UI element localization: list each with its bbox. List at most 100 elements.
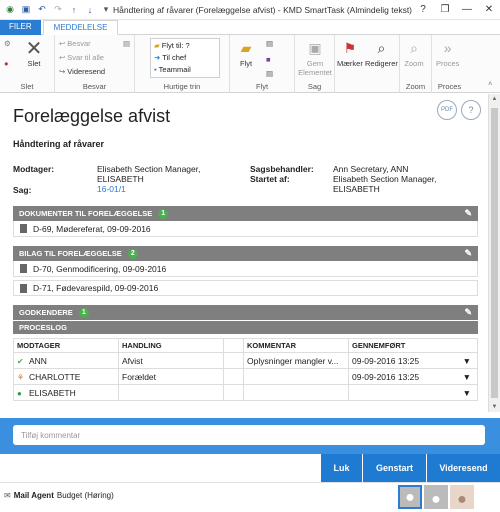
move-folder-icon: ▰	[240, 39, 252, 56]
close-window-button[interactable]: ✕	[478, 0, 500, 20]
comment-bar: Tilføj kommentar	[0, 418, 500, 454]
vertical-scrollbar[interactable]: ▲ ▼	[488, 94, 500, 412]
ignore-icon[interactable]: ⚙	[4, 39, 11, 48]
document-icon	[20, 224, 27, 233]
flag-icon: ⚑	[343, 39, 357, 56]
actions-icon[interactable]: ▤	[266, 69, 273, 78]
scroll-up-icon[interactable]: ▲	[489, 94, 500, 104]
quicksteps-list[interactable]: ▰ Flyt til: ? ➜ Til chef ▪ Teammail	[150, 38, 220, 78]
column-header: GENNEMFØRT	[348, 338, 478, 353]
table-row[interactable]: ● ELISABETH ▼	[13, 384, 478, 401]
scroll-thumb[interactable]	[491, 108, 498, 398]
more-icon[interactable]: ▾	[99, 3, 113, 17]
undo-icon[interactable]: ↶	[35, 3, 49, 17]
list-item[interactable]: D-69, Mødereferat, 09-09-2016	[13, 221, 478, 237]
column-header: MODTAGER	[13, 338, 119, 353]
table-row[interactable]: ✔ ANN Afvist Oplysninger mangler v... 09-…	[13, 352, 478, 369]
help-button[interactable]: ?	[412, 0, 434, 20]
reply-icon: ↩	[59, 39, 66, 48]
edit-pencil-icon[interactable]: ✎	[464, 248, 472, 259]
attachments-section-header[interactable]: BILAG TIL FORELÆGGELSE 2 ✎	[13, 246, 478, 261]
forward-button[interactable]: Videresend	[426, 454, 500, 482]
case-link[interactable]: 16-01/1	[97, 184, 126, 194]
group-quicksteps: ▰ Flyt til: ? ➜ Til chef ▪ Teammail Hurtige…	[135, 35, 230, 93]
group-label-reply: Besvar	[82, 82, 107, 91]
group-label-process: Proces	[437, 82, 462, 91]
delete-button[interactable]: ✕ Slet	[24, 37, 44, 69]
restart-button[interactable]: Genstart	[362, 454, 426, 482]
user-expired-icon: ⚘	[17, 372, 25, 382]
save-item-button[interactable]: ▣ Gem Elementet	[297, 38, 333, 78]
approvers-section-header[interactable]: GODKENDERE 1 ✎	[13, 305, 478, 320]
expand-row-icon[interactable]: ▼	[463, 388, 471, 398]
tab-file[interactable]: FILER	[0, 20, 41, 35]
ribbon: ⚙ ● ✕ Slet Slet ↩ Besvar ↩ Svar til alle ↪…	[0, 35, 500, 93]
zoom-button[interactable]: ⌕ Zoom	[404, 38, 424, 69]
list-item[interactable]: D-71, Fødevarespild, 09-09-2016	[13, 280, 478, 296]
collapse-ribbon-icon[interactable]: ˄	[488, 79, 492, 88]
avatar[interactable]: ●	[424, 485, 448, 509]
process-button[interactable]: » Proces	[436, 38, 459, 68]
processlog-table: MODTAGER HANDLING KOMMENTAR GENNEMFØRT ✔…	[13, 338, 478, 401]
list-item[interactable]: D-70, Genmodificering, 09-09-2016	[13, 261, 478, 277]
edit-pencil-icon[interactable]: ✎	[464, 208, 472, 219]
footer: ✉ Mail Agent Budget (Høring) ● ● ●	[0, 482, 500, 512]
edit-pencil-icon[interactable]: ✎	[464, 307, 472, 318]
rules-icon[interactable]: ▤	[266, 39, 273, 48]
forward-ribbon-button[interactable]: ↪ Videresend	[59, 67, 105, 76]
more-reply-icon[interactable]: ▤	[123, 39, 130, 48]
process-icon: »	[443, 40, 452, 56]
case-label: Sag:	[13, 185, 32, 195]
documents-section-header[interactable]: DOKUMENTER TIL FORELÆGGELSE 1 ✎	[13, 206, 478, 221]
move-button[interactable]: ▰ Flyt	[236, 38, 256, 69]
restore-button[interactable]: ❐	[434, 0, 456, 20]
recipient-value: Elisabeth Section Manager, ELISABETH	[97, 164, 201, 184]
document-icon	[20, 264, 27, 273]
footer-app: Mail Agent	[13, 491, 54, 500]
save-icon[interactable]: ▣	[19, 3, 33, 17]
started-by-label: Startet af:	[250, 174, 290, 184]
help-circle-button[interactable]: ?	[461, 100, 481, 120]
group-delete: ⚙ ● ✕ Slet Slet	[0, 35, 55, 93]
group-reply: ↩ Besvar ↩ Svar til alle ↪ Videresend ▤ Bes…	[55, 35, 135, 93]
expand-row-icon[interactable]: ▼	[463, 356, 471, 366]
up-arrow-icon[interactable]: ↑	[67, 3, 81, 17]
quick-access-toolbar: ◉ ▣ ↶ ↷ ↑ ↓ ▾	[0, 3, 113, 17]
scroll-down-icon[interactable]: ▼	[489, 402, 500, 412]
documents-count-badge: 1	[158, 208, 169, 219]
quickstep-move[interactable]: ▰ Flyt til: ?	[151, 39, 219, 51]
attachments-count-badge: 2	[127, 248, 138, 259]
tab-message[interactable]: MEDDELELSE	[42, 20, 119, 35]
quickstep-manager[interactable]: ➜ Til chef	[151, 51, 219, 63]
quickstep-teammail[interactable]: ▪ Teammail	[151, 63, 219, 75]
pdf-button[interactable]: PDF	[437, 100, 457, 120]
tags-button[interactable]: ⚑ Mærker	[337, 38, 363, 69]
edit-button[interactable]: ⌕ Redigerer	[365, 38, 398, 69]
window-title: Håndtering af råvarer (Forelæggelse afvi…	[113, 4, 412, 15]
avatar[interactable]: ●	[450, 485, 474, 509]
avatar[interactable]: ●	[398, 485, 422, 509]
reply-all-button[interactable]: ↩ Svar til alle	[59, 53, 104, 62]
reply-all-icon: ↩	[59, 53, 66, 62]
minimize-button[interactable]: —	[456, 0, 478, 20]
team-icon: ▪	[154, 64, 157, 74]
case-handler-value: Ann Secretary, ANN	[333, 164, 409, 174]
reply-button[interactable]: ↩ Besvar	[59, 39, 91, 48]
column-header: HANDLING	[118, 338, 224, 353]
action-bar: Luk Genstart Videresend	[0, 454, 500, 482]
app-logo-icon: ◉	[6, 4, 14, 14]
down-arrow-icon[interactable]: ↓	[83, 3, 97, 17]
group-label-case: Sag	[307, 82, 322, 91]
redo-icon[interactable]: ↷	[51, 3, 65, 17]
junk-icon[interactable]: ●	[4, 59, 9, 68]
close-button[interactable]: Luk	[320, 454, 362, 482]
user-icon: ●	[17, 388, 22, 398]
group-move: ▰ Flyt ▤ ■ ▤ Flyt	[230, 35, 295, 93]
delete-icon: ✕	[25, 37, 43, 60]
group-case: ▣ Gem Elementet Sag	[295, 35, 335, 93]
onenote-icon[interactable]: ■	[266, 55, 271, 64]
comment-input[interactable]: Tilføj kommentar	[13, 425, 485, 445]
table-row[interactable]: ⚘ CHARLOTTE Forældet 09-09-2016 13:25 ▼	[13, 368, 478, 385]
user-approved-icon: ✔	[17, 356, 24, 366]
expand-row-icon[interactable]: ▼	[463, 372, 471, 382]
